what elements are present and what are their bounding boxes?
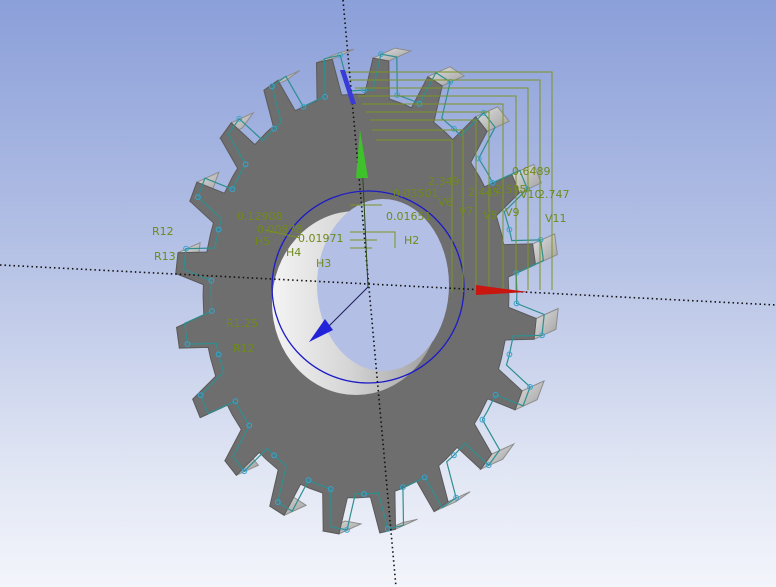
dimension-label[interactable]: R12 bbox=[152, 225, 174, 238]
dimension-label[interactable]: V6 bbox=[438, 196, 453, 209]
dimension-label[interactable]: 0.6489 bbox=[512, 165, 551, 178]
gear-tooth-side bbox=[532, 233, 558, 266]
dimension-label[interactable]: V10 bbox=[520, 188, 542, 201]
dimension-label[interactable]: H5 bbox=[255, 235, 270, 248]
dimension-label[interactable]: R12 bbox=[233, 342, 255, 355]
dimension-label[interactable]: 0.03501 bbox=[393, 187, 439, 200]
dimension-label[interactable]: V11 bbox=[545, 212, 567, 225]
dimension-label[interactable]: R1.25 bbox=[226, 317, 258, 330]
dimension-label[interactable]: H4 bbox=[286, 246, 301, 259]
dimension-label[interactable]: 0.12908 bbox=[237, 210, 283, 223]
dimension-label[interactable]: 0.01971 bbox=[298, 232, 344, 245]
dimension-label[interactable]: H2 bbox=[404, 234, 419, 247]
dimension-label[interactable]: V8 bbox=[483, 209, 498, 222]
dimension-label[interactable]: H3 bbox=[316, 257, 331, 270]
dimension-label[interactable]: 2.747 bbox=[538, 188, 570, 201]
gear-tooth-side bbox=[533, 307, 559, 341]
model-scene[interactable]: 0.6489 2.349 2.445 2.595 2.747 0.03501 0… bbox=[0, 0, 776, 587]
dimension-label[interactable]: V7 bbox=[459, 205, 474, 218]
graphics-viewport[interactable]: 0.6489 2.349 2.445 2.595 2.747 0.03501 0… bbox=[0, 0, 776, 587]
dimension-label[interactable]: 0.01651 bbox=[386, 210, 432, 223]
dimension-label[interactable]: R13 bbox=[154, 250, 176, 263]
dimension-label[interactable]: V9 bbox=[505, 206, 520, 219]
